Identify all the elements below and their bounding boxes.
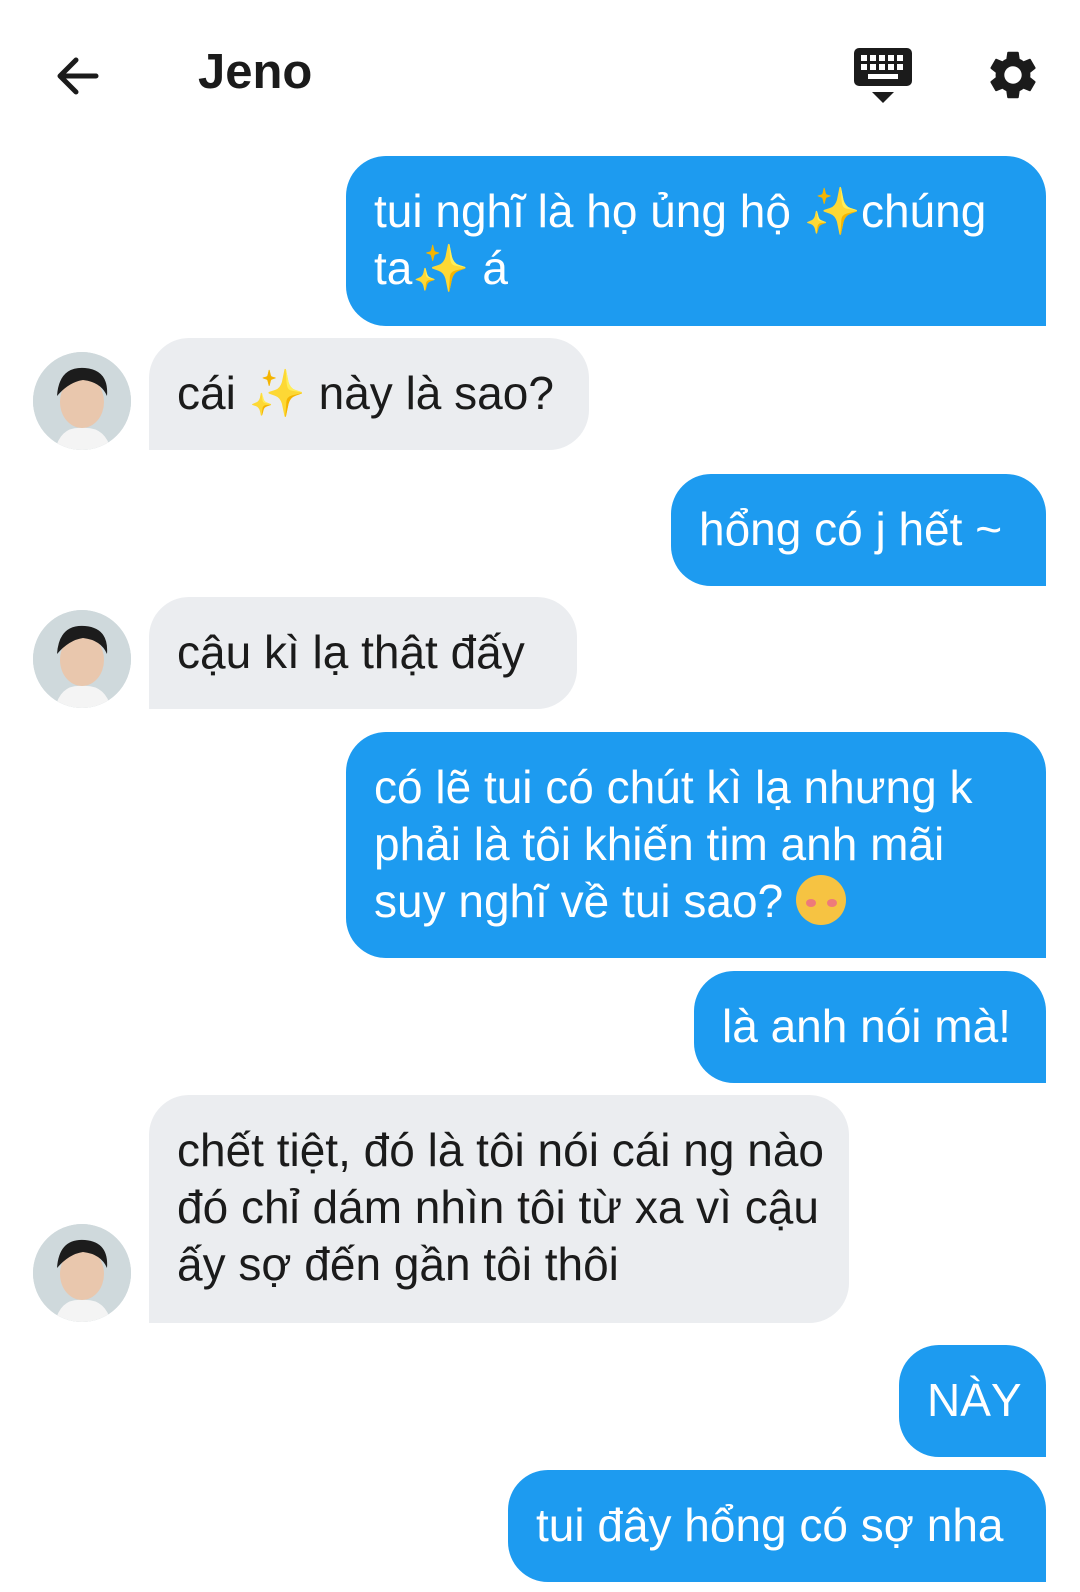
keyboard-icon [854,48,912,103]
incoming-message[interactable]: chết tiệt, đó là tôi nói cái ng nào đó c… [149,1095,849,1323]
message-text: có lẽ tui có chút kì lạ nhưng k phải là … [374,761,973,927]
outgoing-message[interactable]: tui đây hổng có sợ nha [508,1470,1046,1582]
avatar[interactable] [33,1224,131,1322]
outgoing-message[interactable]: có lẽ tui có chút kì lạ nhưng k phải là … [346,732,1046,958]
avatar[interactable] [33,610,131,708]
message-text: chết tiệt, đó là tôi nói cái ng nào đó c… [177,1124,824,1290]
settings-button[interactable] [984,46,1042,104]
woozy-face-icon [795,875,846,925]
message-text: tui đây hổng có sợ nha [536,1499,1004,1551]
arrow-left-icon [57,57,99,95]
chat-title: Jeno [198,45,313,99]
avatar[interactable] [33,352,131,450]
message-text: NÀY [927,1374,1022,1426]
avatar-image [33,352,131,450]
outgoing-message[interactable]: hổng có j hết ~ [671,474,1046,586]
back-button[interactable] [52,50,104,102]
chat-header: Jeno [0,0,1080,150]
message-text: cái ✨ này là sao? [177,367,554,419]
message-text: cậu kì lạ thật đấy [177,626,525,678]
incoming-message[interactable]: cậu kì lạ thật đấy [149,597,577,709]
outgoing-message[interactable]: NÀY [899,1345,1046,1457]
outgoing-message[interactable]: là anh nói mà! [694,971,1046,1083]
message-text: tui nghĩ là họ ủng hộ ✨chúng ta✨ á [374,185,987,294]
incoming-message[interactable]: cái ✨ này là sao? [149,338,589,450]
keyboard-button[interactable] [852,46,914,106]
avatar-image [33,1224,131,1322]
message-text: là anh nói mà! [722,1000,1011,1052]
avatar-image [33,610,131,708]
gear-icon [990,51,1036,99]
message-text: hổng có j hết ~ [699,503,1003,555]
outgoing-message[interactable]: tui nghĩ là họ ủng hộ ✨chúng ta✨ á [346,156,1046,326]
